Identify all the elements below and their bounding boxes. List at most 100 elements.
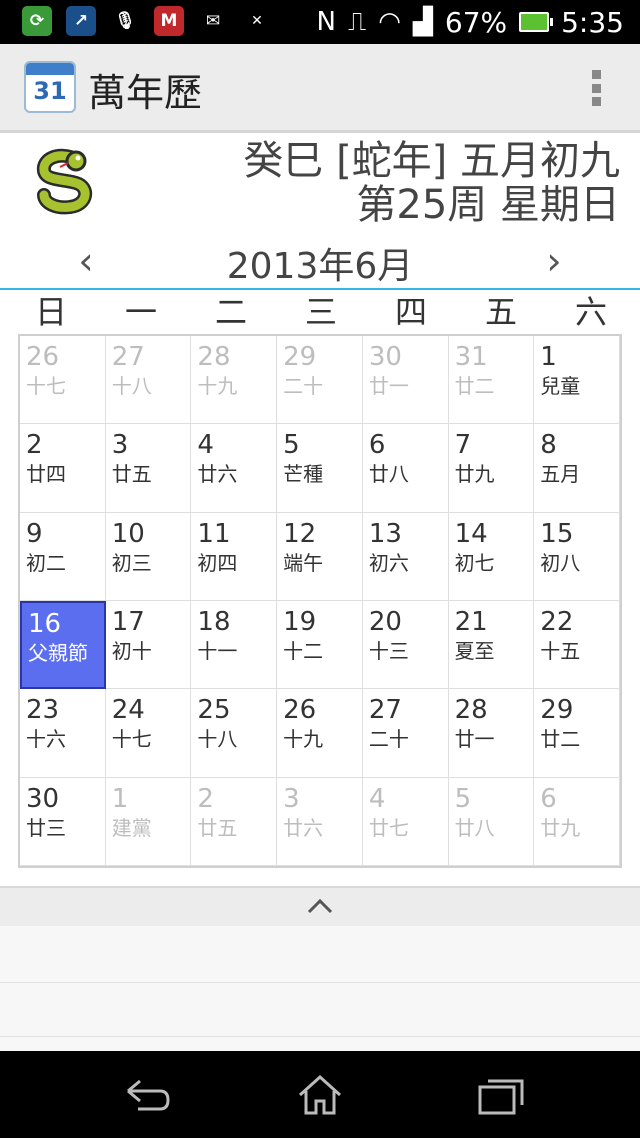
day-cell[interactable]: 3 廿五 (105, 424, 192, 513)
day-cell[interactable]: 25 十八 (191, 689, 278, 778)
day-number: 27 (111, 342, 145, 372)
weekday-label: 三 (304, 293, 337, 331)
day-number: 30 (26, 783, 60, 814)
day-cell[interactable]: 28 廿一 (448, 689, 535, 778)
day-cell[interactable]: 28 十九 (191, 336, 278, 425)
day-cell[interactable]: 30 廿三 (20, 777, 106, 866)
day-number: 6 (368, 430, 386, 461)
microphone-icon: 🎙 (110, 6, 140, 36)
day-cell[interactable]: 15 初八 (534, 512, 620, 601)
day-cell-today[interactable]: 16 父親節 (20, 601, 106, 690)
day-cell[interactable]: 6 廿八 (362, 424, 449, 513)
day-cell[interactable]: 7 廿九 (448, 424, 535, 513)
lunar-label: 十一 (197, 639, 238, 663)
weekday-label: 日 (34, 293, 67, 331)
clock: 5:35 (561, 5, 624, 39)
lunar-label: 十九 (197, 374, 238, 398)
day-number: 21 (454, 607, 488, 637)
recents-icon[interactable] (470, 1073, 530, 1117)
day-cell[interactable]: 17 初十 (105, 601, 192, 690)
stocks-icon: ↗ (66, 6, 96, 36)
day-cell[interactable]: 4 廿七 (362, 777, 449, 866)
day-cell[interactable]: 3 廿六 (277, 777, 363, 866)
day-cell[interactable]: 13 初六 (362, 512, 449, 601)
action-bar: 31 萬年歷 (0, 44, 640, 133)
day-cell[interactable]: 2 廿五 (191, 777, 278, 866)
lunar-label: 廿一 (368, 374, 409, 398)
day-cell[interactable]: 4 廿六 (191, 424, 278, 513)
message-icon: ✉ (198, 6, 228, 36)
day-number: 14 (454, 518, 488, 549)
day-number: 7 (454, 430, 472, 461)
day-cell[interactable]: 26 十七 (20, 336, 106, 425)
day-cell[interactable]: 14 初七 (448, 512, 535, 601)
day-cell[interactable]: 21 夏至 (448, 601, 535, 690)
day-number: 3 (111, 430, 129, 461)
lunar-label: 廿八 (454, 815, 495, 840)
day-number: 28 (454, 695, 488, 726)
lunar-label: 十七 (111, 727, 152, 752)
day-cell[interactable]: 27 十八 (105, 336, 192, 425)
lunar-label: 初十 (111, 639, 152, 663)
day-cell[interactable]: 20 十三 (362, 601, 449, 690)
day-number: 15 (540, 518, 574, 549)
overflow-menu-icon[interactable] (592, 70, 602, 106)
weekday-row: 日 一 二 三 四 五 六 (0, 290, 640, 334)
lunar-date: 癸巳 [蛇年] 五月初九 第25周 星期日 (243, 139, 620, 227)
lunar-label: 十八 (111, 374, 152, 398)
lunar-label: 二十 (283, 374, 324, 398)
day-cell[interactable]: 23 十六 (20, 689, 106, 778)
lunar-label: 十三 (368, 639, 409, 663)
back-icon[interactable] (118, 1073, 178, 1117)
bottom-drawer-handle[interactable] (0, 886, 640, 928)
day-cell[interactable]: 26 十九 (277, 689, 363, 778)
nfc-icon: N (316, 7, 336, 37)
next-month-button[interactable]: › (534, 239, 574, 283)
day-number: 27 (368, 695, 402, 726)
day-cell[interactable]: 22 十五 (534, 601, 620, 690)
snake-zodiac-icon (36, 148, 92, 215)
day-cell[interactable]: 1 兒童 (534, 336, 620, 425)
day-cell[interactable]: 5 廿八 (448, 777, 535, 866)
lunar-label: 十七 (26, 374, 66, 398)
battery-icon (519, 12, 554, 32)
day-cell[interactable]: 1 建黨 (105, 777, 192, 866)
day-number: 8 (540, 430, 557, 461)
day-cell[interactable]: 11 初四 (191, 512, 278, 601)
day-number: 22 (540, 607, 574, 637)
day-cell[interactable]: 5 芒種 (277, 424, 363, 513)
day-cell[interactable]: 29 二十 (277, 336, 363, 425)
calendar-area: 26 十七 27 十八 28 十九 29 二十 30 廿一 31 廿二 1 兒童 2 廿四 3廿… (0, 334, 640, 886)
day-number: 5 (454, 783, 472, 814)
day-cell[interactable]: 10 初三 (105, 512, 192, 601)
day-cell[interactable]: 2 廿四 (20, 424, 106, 513)
day-cell[interactable]: 24 十七 (105, 689, 192, 778)
day-number: 10 (111, 518, 145, 549)
lunar-label: 廿七 (368, 815, 409, 840)
day-cell[interactable]: 29 廿二 (534, 689, 620, 778)
lunar-label: 廿五 (111, 462, 152, 487)
calendar-grid: 26 十七 27 十八 28 十九 29 二十 30 廿一 31 廿二 1 兒童 2 廿四 3廿… (18, 334, 622, 868)
lunar-label: 五月 (540, 462, 581, 487)
day-number: 30 (368, 342, 402, 372)
day-cell[interactable]: 6 廿九 (534, 777, 620, 866)
day-cell[interactable]: 12 端午 (277, 512, 363, 601)
calendar-app-icon[interactable]: 31 (24, 61, 76, 113)
day-number: 1 (111, 783, 129, 814)
day-cell[interactable]: 9 初二 (20, 512, 106, 601)
lunar-label: 廿八 (368, 462, 409, 487)
day-number: 12 (283, 518, 317, 549)
day-cell[interactable]: 31 廿二 (448, 336, 535, 425)
day-number: 13 (368, 518, 402, 549)
day-cell[interactable]: 30 廿一 (362, 336, 449, 425)
day-cell[interactable]: 18 十一 (191, 601, 278, 690)
lunar-label: 廿二 (454, 374, 495, 398)
day-cell[interactable]: 8 五月 (534, 424, 620, 513)
day-number: 19 (283, 607, 317, 637)
wifi-icon: ◠ (378, 7, 401, 37)
day-cell[interactable]: 27 二十 (362, 689, 449, 778)
home-icon[interactable] (290, 1073, 350, 1117)
day-number: 1 (540, 342, 557, 372)
day-cell[interactable]: 19 十二 (277, 601, 363, 690)
lunar-label: 十六 (26, 727, 66, 752)
